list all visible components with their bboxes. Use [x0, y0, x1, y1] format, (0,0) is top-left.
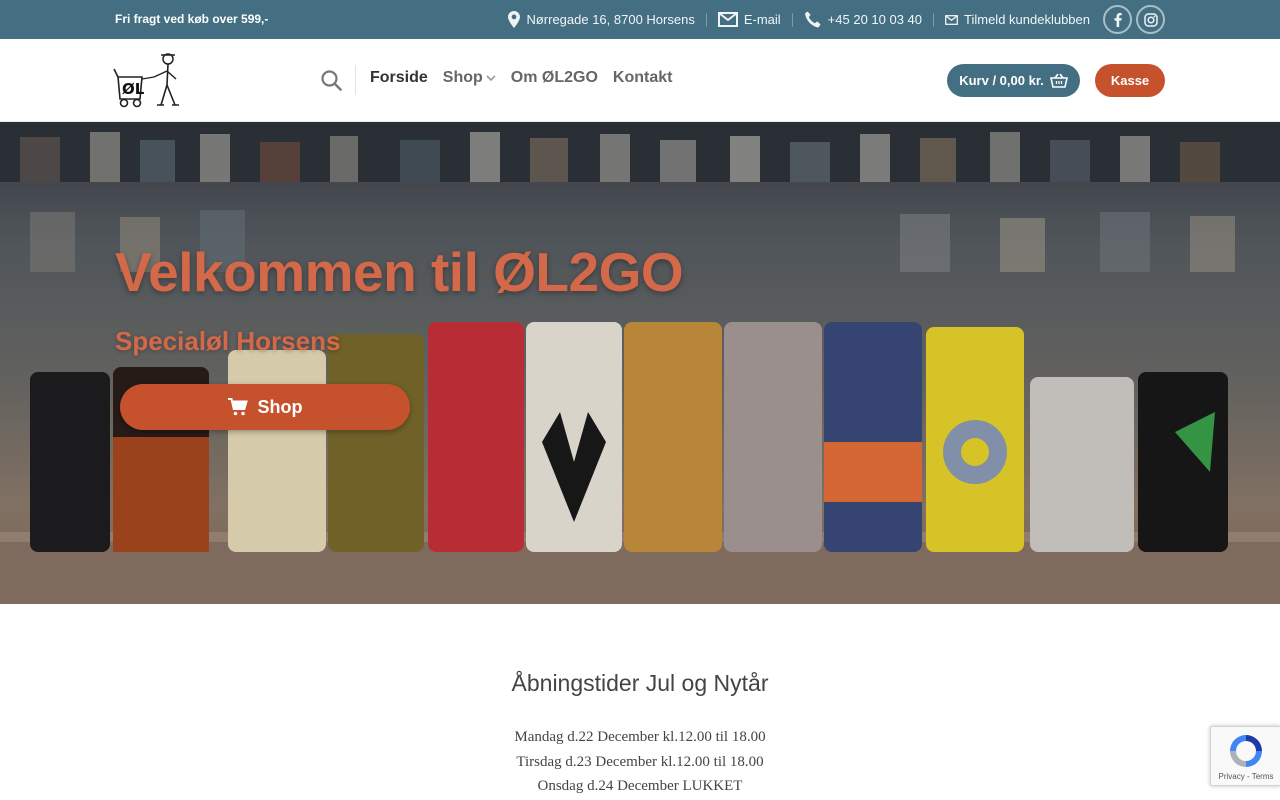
email-link[interactable]: E-mail [717, 12, 781, 27]
free-shipping-promo: Fri fragt ved køb over 599,- [115, 12, 269, 26]
small-envelope-icon [945, 14, 958, 25]
facebook-button[interactable] [1103, 5, 1132, 34]
divider [355, 65, 356, 95]
phone-text: +45 20 10 03 40 [827, 12, 923, 27]
opening-hours-line: Onsdag d.24 December LUKKET [537, 778, 743, 794]
svg-text:ØL: ØL [122, 80, 145, 98]
hero-subtitle: Specialøl Horsens [115, 326, 341, 356]
top-bar: Fri fragt ved køb over 599,- Nørregade 1… [0, 0, 1280, 39]
nav-item-about[interactable]: Om ØL2GO [511, 69, 598, 87]
envelope-icon [717, 12, 738, 27]
phone-link[interactable]: +45 20 10 03 40 [804, 11, 922, 29]
map-pin-icon [508, 11, 521, 28]
hero-shop-button[interactable]: Shop [120, 384, 410, 430]
hero-title: Velkommen til ØL2GO [115, 241, 684, 303]
recaptcha-badge[interactable]: Privacy - Terms [1210, 726, 1280, 786]
newsletter-text: Tilmeld kundeklubben [964, 12, 1090, 27]
cart-label: Kurv / 0,00 kr. [959, 73, 1044, 88]
hero-banner: Velkommen til ØL2GO Specialøl Horsens Sh… [0, 122, 1280, 604]
nav-item-shop-label: Shop [442, 69, 483, 86]
logo-illustration: ØL [113, 53, 179, 108]
instagram-icon [1143, 12, 1158, 27]
facebook-icon [1114, 12, 1122, 27]
recaptcha-icon [1230, 735, 1262, 767]
shopping-cart-icon [227, 398, 248, 416]
hero-background-image [0, 122, 1280, 604]
nav-item-shop[interactable]: Shop [443, 69, 496, 87]
recaptcha-links[interactable]: Privacy - Terms [1211, 772, 1280, 781]
top-bar-links: Nørregade 16, 8700 Horsens E-mail +45 20… [508, 0, 1165, 39]
nav-item-contact[interactable]: Kontakt [613, 69, 673, 87]
search-icon [320, 69, 342, 91]
site-logo[interactable]: ØL [112, 49, 184, 111]
divider [705, 12, 707, 27]
opening-hours-line: Tirsdag d.23 December kl.12.00 til 18.00 [516, 753, 764, 770]
main-content: Åbningstider Jul og Nytår Mandag d.22 De… [0, 604, 1280, 800]
opening-hours-line: Mandag d.22 December kl.12.00 til 18.00 [514, 729, 766, 745]
address-link[interactable]: Nørregade 16, 8700 Horsens [508, 11, 695, 28]
divider [791, 12, 793, 27]
instagram-button[interactable] [1136, 5, 1165, 34]
nav-item-home[interactable]: Forside [370, 69, 428, 87]
checkout-button[interactable]: Kasse [1095, 64, 1165, 97]
phone-icon [804, 11, 821, 27]
hero-shop-button-label: Shop [257, 396, 303, 417]
cart-button[interactable]: Kurv / 0,00 kr. [947, 64, 1080, 97]
address-text: Nørregade 16, 8700 Horsens [526, 12, 695, 27]
opening-hours-title: Åbningstider Jul og Nytår [511, 670, 769, 696]
search-button[interactable] [318, 67, 344, 93]
divider [933, 12, 935, 27]
opening-hours-list: Mandag d.22 December kl.12.00 til 18.00 … [0, 725, 1280, 799]
site-header: ØL Forside Shop Om ØL2GO Kontakt Kurv / … [0, 39, 1280, 122]
email-text: E-mail [743, 12, 781, 27]
basket-icon [1049, 73, 1068, 88]
newsletter-link[interactable]: Tilmeld kundeklubben [945, 12, 1090, 27]
chevron-down-icon [486, 74, 496, 81]
main-nav: Forside Shop Om ØL2GO Kontakt [370, 69, 672, 87]
social-links [1103, 5, 1165, 34]
